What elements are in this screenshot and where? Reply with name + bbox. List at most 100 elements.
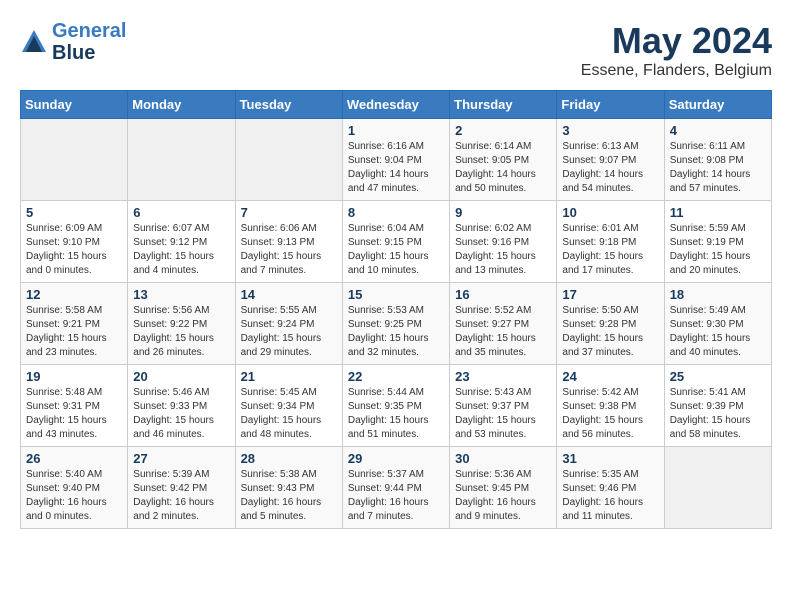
day-number: 30 bbox=[455, 451, 551, 466]
day-number: 12 bbox=[26, 287, 122, 302]
day-info: Sunrise: 5:58 AMSunset: 9:21 PMDaylight:… bbox=[26, 304, 122, 360]
day-info: Sunrise: 5:39 AMSunset: 9:42 PMDaylight:… bbox=[133, 468, 229, 524]
header-sunday: Sunday bbox=[21, 91, 128, 119]
day-info: Sunrise: 5:50 AMSunset: 9:28 PMDaylight:… bbox=[562, 304, 658, 360]
calendar-table: Sunday Monday Tuesday Wednesday Thursday… bbox=[20, 90, 772, 529]
calendar-cell bbox=[664, 447, 771, 529]
location-subtitle: Essene, Flanders, Belgium bbox=[581, 62, 772, 80]
calendar-cell: 20 Sunrise: 5:46 AMSunset: 9:33 PMDaylig… bbox=[128, 365, 235, 447]
header-thursday: Thursday bbox=[450, 91, 557, 119]
day-info: Sunrise: 6:13 AMSunset: 9:07 PMDaylight:… bbox=[562, 140, 658, 196]
calendar-cell: 5 Sunrise: 6:09 AMSunset: 9:10 PMDayligh… bbox=[21, 201, 128, 283]
day-info: Sunrise: 6:16 AMSunset: 9:04 PMDaylight:… bbox=[348, 140, 444, 196]
day-number: 14 bbox=[241, 287, 337, 302]
day-info: Sunrise: 5:46 AMSunset: 9:33 PMDaylight:… bbox=[133, 386, 229, 442]
calendar-cell bbox=[128, 119, 235, 201]
calendar-cell: 14 Sunrise: 5:55 AMSunset: 9:24 PMDaylig… bbox=[235, 283, 342, 365]
day-number: 9 bbox=[455, 205, 551, 220]
day-number: 5 bbox=[26, 205, 122, 220]
day-number: 18 bbox=[670, 287, 766, 302]
logo-text-line2: Blue bbox=[52, 42, 126, 64]
day-info: Sunrise: 6:06 AMSunset: 9:13 PMDaylight:… bbox=[241, 222, 337, 278]
day-info: Sunrise: 6:02 AMSunset: 9:16 PMDaylight:… bbox=[455, 222, 551, 278]
day-info: Sunrise: 5:44 AMSunset: 9:35 PMDaylight:… bbox=[348, 386, 444, 442]
calendar-cell: 26 Sunrise: 5:40 AMSunset: 9:40 PMDaylig… bbox=[21, 447, 128, 529]
calendar-cell: 3 Sunrise: 6:13 AMSunset: 9:07 PMDayligh… bbox=[557, 119, 664, 201]
day-info: Sunrise: 5:45 AMSunset: 9:34 PMDaylight:… bbox=[241, 386, 337, 442]
day-info: Sunrise: 5:37 AMSunset: 9:44 PMDaylight:… bbox=[348, 468, 444, 524]
calendar-cell: 8 Sunrise: 6:04 AMSunset: 9:15 PMDayligh… bbox=[342, 201, 449, 283]
day-number: 8 bbox=[348, 205, 444, 220]
day-info: Sunrise: 6:04 AMSunset: 9:15 PMDaylight:… bbox=[348, 222, 444, 278]
day-number: 26 bbox=[26, 451, 122, 466]
day-info: Sunrise: 5:53 AMSunset: 9:25 PMDaylight:… bbox=[348, 304, 444, 360]
day-info: Sunrise: 6:09 AMSunset: 9:10 PMDaylight:… bbox=[26, 222, 122, 278]
day-info: Sunrise: 5:36 AMSunset: 9:45 PMDaylight:… bbox=[455, 468, 551, 524]
calendar-week-3: 12 Sunrise: 5:58 AMSunset: 9:21 PMDaylig… bbox=[21, 283, 772, 365]
day-info: Sunrise: 5:41 AMSunset: 9:39 PMDaylight:… bbox=[670, 386, 766, 442]
calendar-cell: 6 Sunrise: 6:07 AMSunset: 9:12 PMDayligh… bbox=[128, 201, 235, 283]
day-info: Sunrise: 6:07 AMSunset: 9:12 PMDaylight:… bbox=[133, 222, 229, 278]
calendar-week-2: 5 Sunrise: 6:09 AMSunset: 9:10 PMDayligh… bbox=[21, 201, 772, 283]
day-number: 24 bbox=[562, 369, 658, 384]
calendar-cell: 17 Sunrise: 5:50 AMSunset: 9:28 PMDaylig… bbox=[557, 283, 664, 365]
day-info: Sunrise: 5:56 AMSunset: 9:22 PMDaylight:… bbox=[133, 304, 229, 360]
calendar-cell bbox=[21, 119, 128, 201]
calendar-week-4: 19 Sunrise: 5:48 AMSunset: 9:31 PMDaylig… bbox=[21, 365, 772, 447]
day-info: Sunrise: 5:49 AMSunset: 9:30 PMDaylight:… bbox=[670, 304, 766, 360]
day-number: 17 bbox=[562, 287, 658, 302]
day-number: 13 bbox=[133, 287, 229, 302]
logo-text-line1: General bbox=[52, 20, 126, 42]
day-number: 21 bbox=[241, 369, 337, 384]
day-info: Sunrise: 6:01 AMSunset: 9:18 PMDaylight:… bbox=[562, 222, 658, 278]
day-number: 20 bbox=[133, 369, 229, 384]
day-number: 29 bbox=[348, 451, 444, 466]
day-number: 22 bbox=[348, 369, 444, 384]
page-header: General Blue May 2024 Essene, Flanders, … bbox=[20, 20, 772, 80]
day-number: 3 bbox=[562, 123, 658, 138]
calendar-cell: 29 Sunrise: 5:37 AMSunset: 9:44 PMDaylig… bbox=[342, 447, 449, 529]
header-friday: Friday bbox=[557, 91, 664, 119]
month-year-title: May 2024 bbox=[581, 20, 772, 62]
day-number: 19 bbox=[26, 369, 122, 384]
calendar-cell: 1 Sunrise: 6:16 AMSunset: 9:04 PMDayligh… bbox=[342, 119, 449, 201]
day-info: Sunrise: 5:48 AMSunset: 9:31 PMDaylight:… bbox=[26, 386, 122, 442]
calendar-week-5: 26 Sunrise: 5:40 AMSunset: 9:40 PMDaylig… bbox=[21, 447, 772, 529]
calendar-header-row: Sunday Monday Tuesday Wednesday Thursday… bbox=[21, 91, 772, 119]
calendar-cell: 19 Sunrise: 5:48 AMSunset: 9:31 PMDaylig… bbox=[21, 365, 128, 447]
day-number: 2 bbox=[455, 123, 551, 138]
calendar-cell: 21 Sunrise: 5:45 AMSunset: 9:34 PMDaylig… bbox=[235, 365, 342, 447]
title-block: May 2024 Essene, Flanders, Belgium bbox=[581, 20, 772, 80]
calendar-cell: 7 Sunrise: 6:06 AMSunset: 9:13 PMDayligh… bbox=[235, 201, 342, 283]
calendar-cell: 4 Sunrise: 6:11 AMSunset: 9:08 PMDayligh… bbox=[664, 119, 771, 201]
header-tuesday: Tuesday bbox=[235, 91, 342, 119]
day-info: Sunrise: 5:35 AMSunset: 9:46 PMDaylight:… bbox=[562, 468, 658, 524]
calendar-cell: 31 Sunrise: 5:35 AMSunset: 9:46 PMDaylig… bbox=[557, 447, 664, 529]
day-number: 16 bbox=[455, 287, 551, 302]
day-info: Sunrise: 5:42 AMSunset: 9:38 PMDaylight:… bbox=[562, 386, 658, 442]
calendar-cell: 12 Sunrise: 5:58 AMSunset: 9:21 PMDaylig… bbox=[21, 283, 128, 365]
day-number: 1 bbox=[348, 123, 444, 138]
calendar-cell: 9 Sunrise: 6:02 AMSunset: 9:16 PMDayligh… bbox=[450, 201, 557, 283]
day-info: Sunrise: 5:59 AMSunset: 9:19 PMDaylight:… bbox=[670, 222, 766, 278]
day-info: Sunrise: 5:43 AMSunset: 9:37 PMDaylight:… bbox=[455, 386, 551, 442]
calendar-cell: 13 Sunrise: 5:56 AMSunset: 9:22 PMDaylig… bbox=[128, 283, 235, 365]
calendar-cell: 25 Sunrise: 5:41 AMSunset: 9:39 PMDaylig… bbox=[664, 365, 771, 447]
calendar-cell: 11 Sunrise: 5:59 AMSunset: 9:19 PMDaylig… bbox=[664, 201, 771, 283]
calendar-cell: 2 Sunrise: 6:14 AMSunset: 9:05 PMDayligh… bbox=[450, 119, 557, 201]
calendar-cell: 27 Sunrise: 5:39 AMSunset: 9:42 PMDaylig… bbox=[128, 447, 235, 529]
calendar-cell: 28 Sunrise: 5:38 AMSunset: 9:43 PMDaylig… bbox=[235, 447, 342, 529]
calendar-cell: 15 Sunrise: 5:53 AMSunset: 9:25 PMDaylig… bbox=[342, 283, 449, 365]
day-number: 28 bbox=[241, 451, 337, 466]
day-number: 7 bbox=[241, 205, 337, 220]
header-monday: Monday bbox=[128, 91, 235, 119]
day-number: 15 bbox=[348, 287, 444, 302]
header-saturday: Saturday bbox=[664, 91, 771, 119]
day-number: 27 bbox=[133, 451, 229, 466]
day-info: Sunrise: 5:40 AMSunset: 9:40 PMDaylight:… bbox=[26, 468, 122, 524]
day-number: 6 bbox=[133, 205, 229, 220]
header-wednesday: Wednesday bbox=[342, 91, 449, 119]
day-info: Sunrise: 5:38 AMSunset: 9:43 PMDaylight:… bbox=[241, 468, 337, 524]
calendar-cell: 10 Sunrise: 6:01 AMSunset: 9:18 PMDaylig… bbox=[557, 201, 664, 283]
day-info: Sunrise: 5:55 AMSunset: 9:24 PMDaylight:… bbox=[241, 304, 337, 360]
